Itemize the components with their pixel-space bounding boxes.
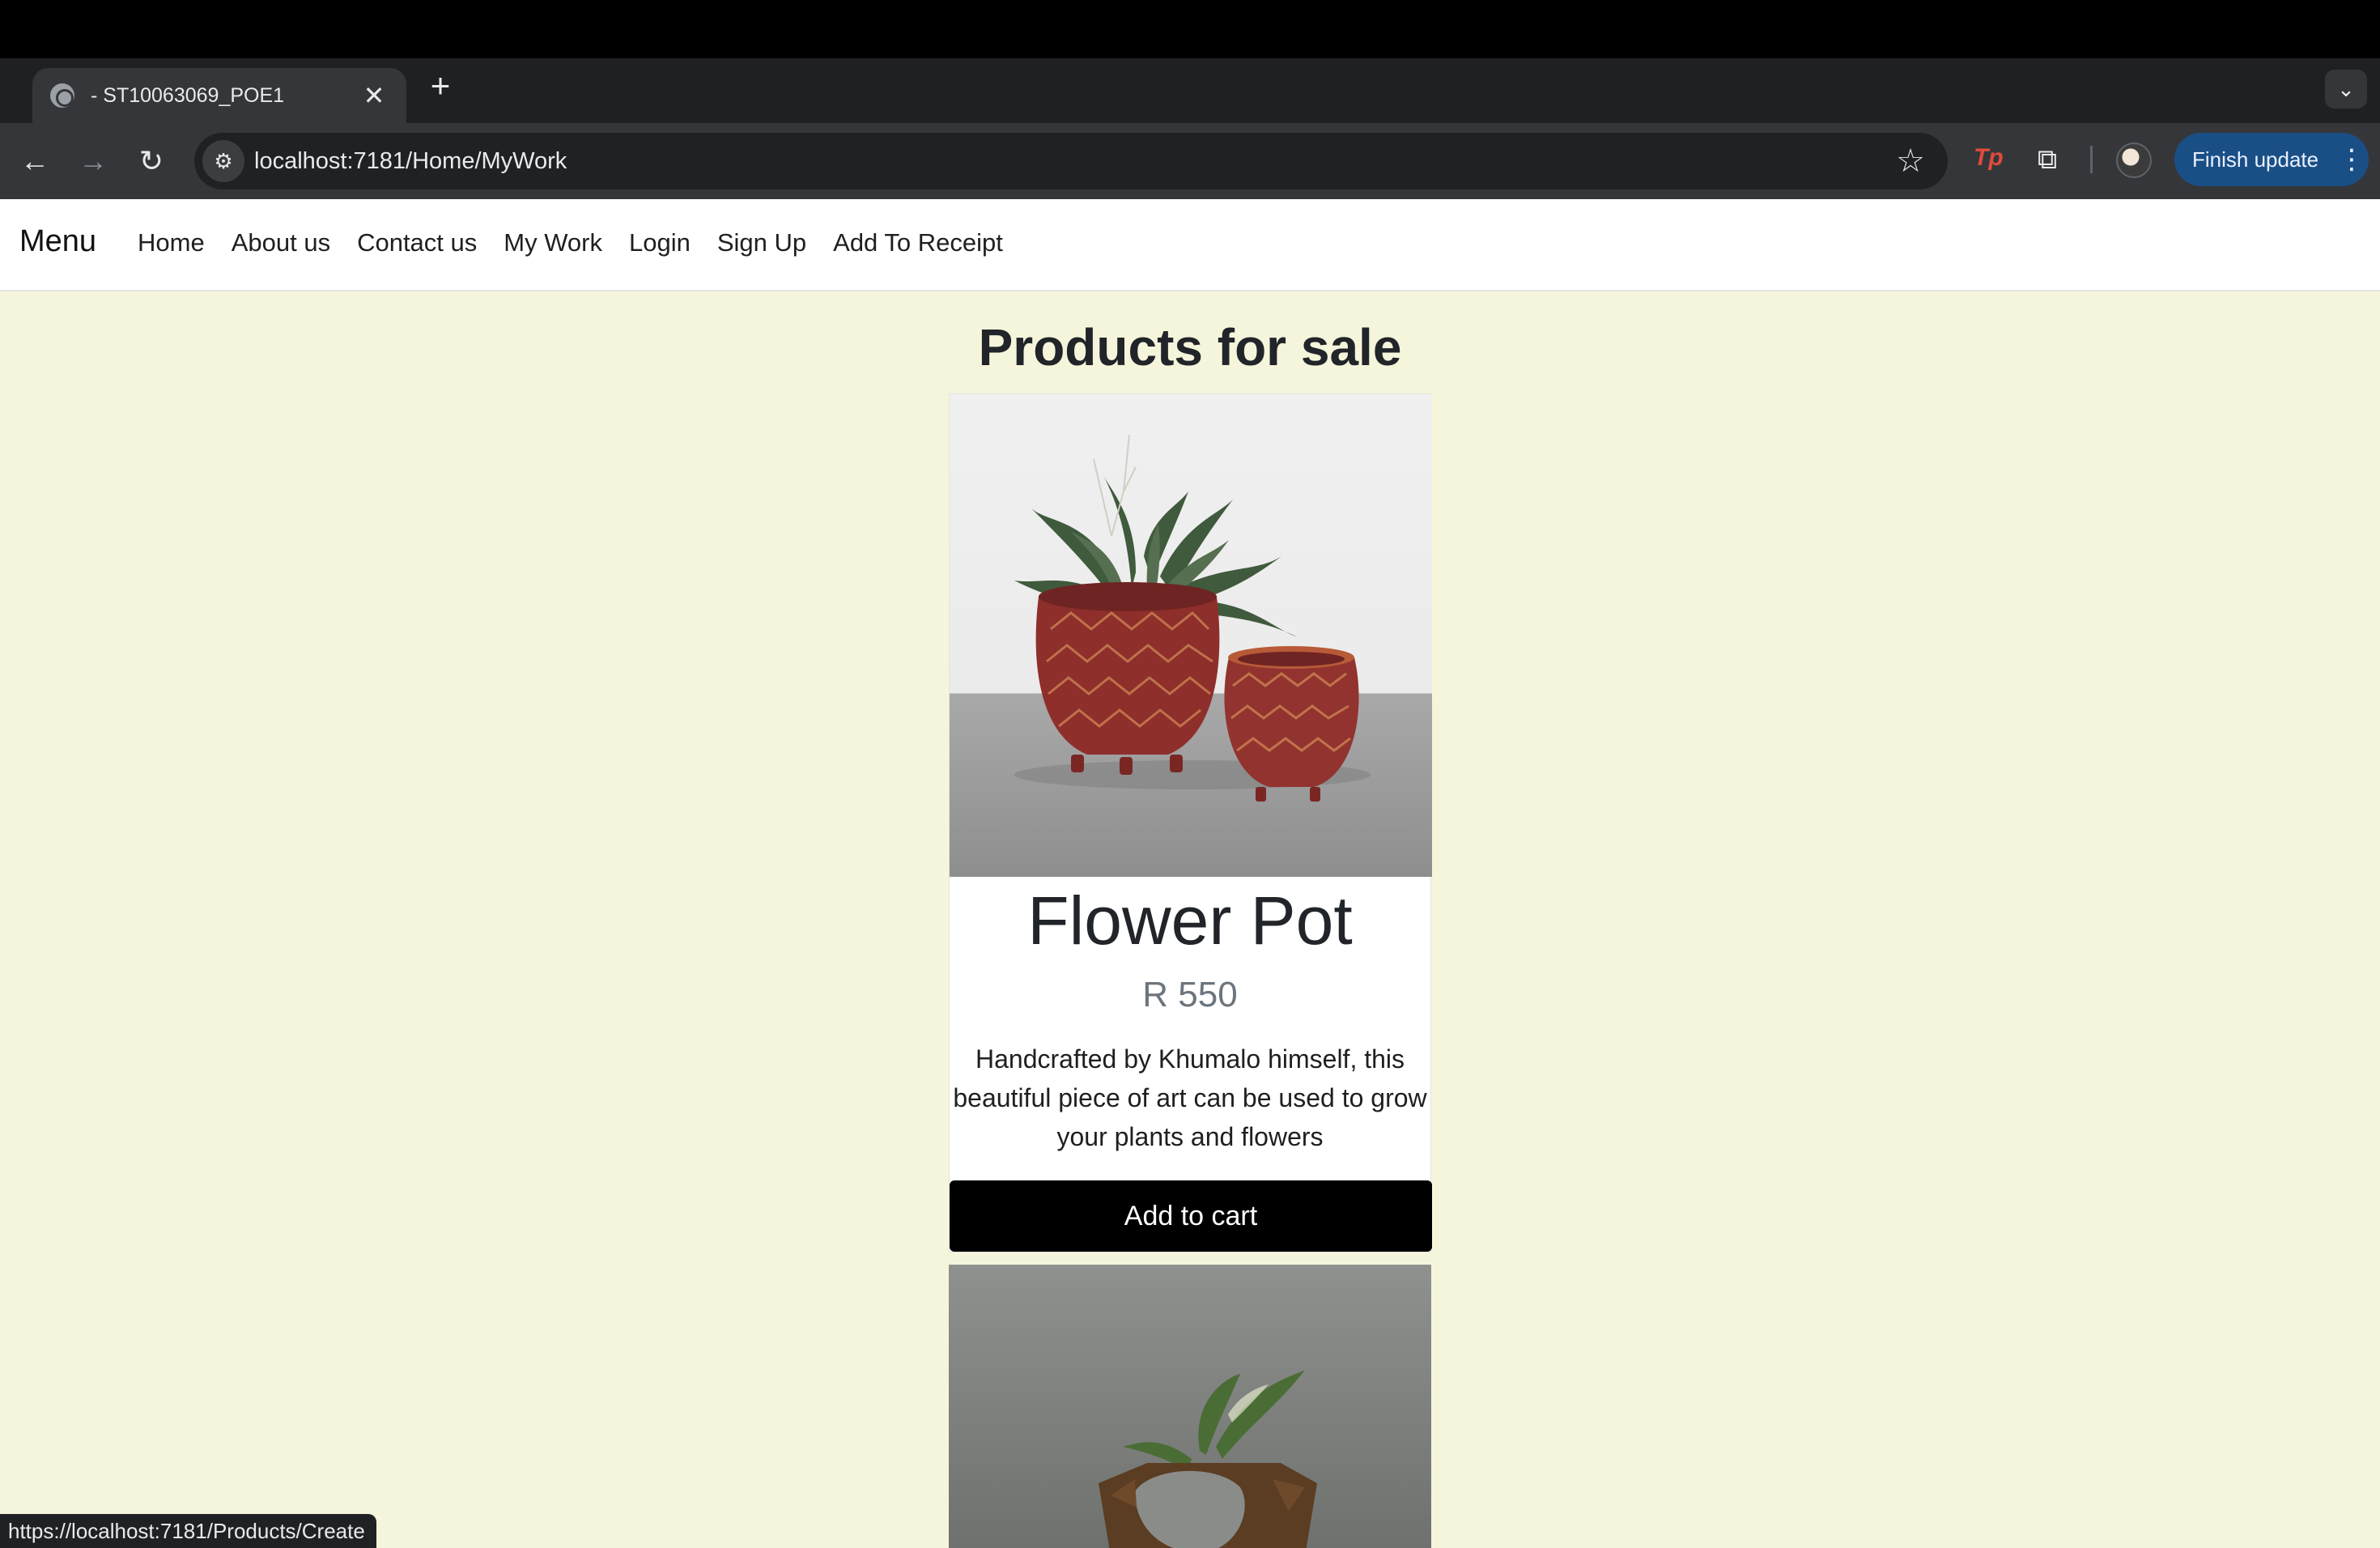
- bookmark-star-icon[interactable]: ☆: [1896, 142, 1925, 180]
- globe-icon: [50, 83, 74, 108]
- nav-link-login[interactable]: Login: [629, 228, 691, 257]
- browser-toolbar: ← → ↻ ⚙ localhost:7181/Home/MyWork ☆: [0, 123, 2380, 199]
- flower-pot-illustration: [1014, 434, 1371, 802]
- product-description: Handcrafted by Khumalo himself, this bea…: [953, 1044, 1427, 1151]
- reload-icon: ↻: [138, 144, 164, 177]
- page-title: Products for sale: [978, 318, 1402, 376]
- add-to-cart-button[interactable]: Add to cart: [950, 1180, 1432, 1252]
- reload-button[interactable]: ↻: [133, 142, 170, 180]
- nav-link-my-work[interactable]: My Work: [504, 228, 602, 257]
- extension-icon[interactable]: Tp: [1974, 144, 2004, 172]
- navbar-brand[interactable]: Menu: [19, 224, 96, 259]
- browser-tab[interactable]: - ST10063069_POE1 ✕: [32, 68, 406, 123]
- finish-update-button[interactable]: Finish update ⋮: [2174, 133, 2369, 186]
- product-image: [950, 394, 1432, 877]
- finish-update-label: Finish update: [2192, 147, 2319, 172]
- nav-link-sign-up[interactable]: Sign Up: [717, 228, 806, 257]
- macos-menu-bar: [0, 0, 2380, 58]
- product-price: R 550: [1142, 974, 1238, 1014]
- nav-link-home[interactable]: Home: [138, 228, 205, 257]
- profile-avatar[interactable]: [2116, 142, 2152, 178]
- address-bar[interactable]: ⚙ localhost:7181/Home/MyWork ☆: [194, 133, 1948, 189]
- product-image: [1099, 1370, 1317, 1548]
- product-name: Flower Pot: [1027, 882, 1353, 959]
- tab-search-button[interactable]: ⌄: [2325, 70, 2367, 108]
- product-card-body: Flower Pot R 550 Handcrafted by Khumalo …: [950, 877, 1432, 1252]
- nav-links: Home About us Contact us My Work Login S…: [138, 228, 1003, 257]
- product-card-image-partial: [949, 1265, 1431, 1548]
- more-menu-icon[interactable]: ⋮: [2338, 133, 2365, 186]
- chevron-down-icon: ⌄: [2337, 77, 2355, 101]
- nav-link-contact[interactable]: Contact us: [357, 228, 477, 257]
- status-bar-url: https://localhost:7181/Products/Create: [0, 1514, 376, 1548]
- product-card: Flower Pot R 550 Handcrafted by Khumalo …: [949, 393, 1432, 1252]
- site-navbar: Menu Home About us Contact us My Work Lo…: [0, 199, 2380, 291]
- tab-strip: - ST10063069_POE1 ✕: [0, 58, 2380, 123]
- forward-button[interactable]: →: [74, 142, 112, 180]
- toolbar-divider: [2090, 146, 2093, 173]
- nav-link-add-to-receipt[interactable]: Add To Receipt: [833, 228, 1003, 257]
- url-text[interactable]: localhost:7181/Home/MyWork: [254, 148, 567, 175]
- site-settings-icon[interactable]: ⚙: [202, 140, 244, 182]
- arrow-left-icon: ←: [20, 144, 49, 177]
- back-button[interactable]: ←: [16, 142, 53, 180]
- tab-title: - ST10063069_POE1: [91, 83, 285, 107]
- extensions-puzzle-icon[interactable]: ⧉: [2029, 141, 2066, 178]
- close-tab-icon[interactable]: ✕: [359, 83, 389, 108]
- new-tab-button[interactable]: +: [424, 69, 457, 103]
- arrow-right-icon: →: [79, 144, 108, 177]
- nav-link-about[interactable]: About us: [232, 228, 330, 257]
